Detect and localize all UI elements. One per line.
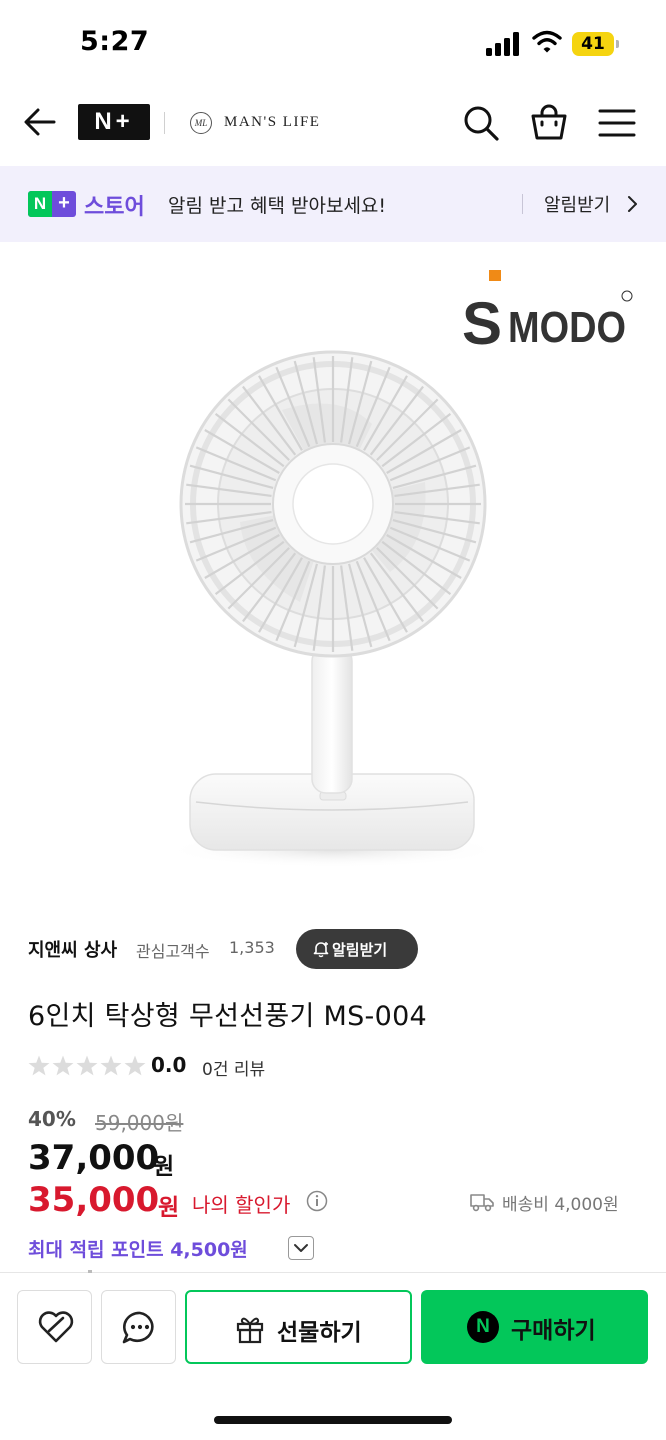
wifi-icon <box>532 30 562 53</box>
sale-price: 37,000 <box>28 1138 160 1178</box>
battery-level: 41 <box>581 34 605 54</box>
review-count-link[interactable]: 0건 리뷰 <box>202 1055 265 1080</box>
followers-label: 관심고객수 <box>136 942 210 961</box>
brand-name[interactable]: MAN'S LIFE <box>224 114 320 131</box>
chevron-right-icon[interactable] <box>626 195 638 213</box>
home-indicator <box>214 1416 452 1424</box>
header-divider <box>164 112 165 134</box>
seller-alert-button[interactable]: 알림받기 <box>296 929 418 969</box>
product-title: 6인치 탁상형 무선선풍기 MS-004 <box>28 1001 428 1032</box>
star-icon <box>124 1055 146 1076</box>
svg-text:S: S <box>462 290 502 348</box>
bell-icon <box>313 942 329 958</box>
naver-pay-icon: N <box>467 1311 499 1343</box>
rating-score: 0.0 <box>151 1053 187 1077</box>
menu-icon[interactable] <box>598 106 636 140</box>
banner-message: 알림 받고 혜택 받아보세요! <box>168 195 387 217</box>
seller-alert-label: 알림받기 <box>332 941 388 959</box>
buy-button[interactable]: N 구매하기 <box>421 1290 648 1364</box>
svg-text:MODO: MODO <box>508 303 626 348</box>
info-icon[interactable] <box>306 1190 328 1212</box>
battery-indicator: 41 <box>572 32 620 56</box>
banner-divider <box>522 194 523 214</box>
star-icon <box>52 1055 74 1076</box>
talk-talk-button[interactable] <box>101 1290 176 1364</box>
status-time: 5:27 <box>80 26 150 57</box>
star-icon <box>100 1055 122 1076</box>
brand-monogram: ML <box>190 112 212 134</box>
seller-name[interactable]: 지앤씨 상사 <box>28 936 117 962</box>
my-discount-price: 35,000 <box>28 1180 160 1220</box>
smodo-brand-logo: S MODO <box>462 270 633 348</box>
sale-price-unit: 원 <box>153 1154 175 1180</box>
chat-icon <box>122 1311 154 1344</box>
discount-rate: 40% <box>28 1107 76 1131</box>
top-navigation: N+ ML MAN'S LIFE <box>0 84 666 162</box>
heart-icon <box>38 1311 74 1343</box>
gift-icon <box>236 1317 264 1344</box>
followers-count: 1,353 <box>229 938 275 957</box>
buy-button-label: 구매하기 <box>511 1318 596 1344</box>
my-discount-price-unit: 원 <box>158 1195 180 1221</box>
my-discount-label: 나의 할인가 <box>192 1193 291 1217</box>
gift-button[interactable]: 선물하기 <box>185 1290 412 1364</box>
naver-plus-store-badge: N + <box>28 191 76 217</box>
search-icon[interactable] <box>462 104 500 142</box>
status-bar: 5:27 41 <box>0 0 666 80</box>
signal-icon <box>486 32 519 56</box>
star-icon <box>76 1055 98 1076</box>
gift-button-label: 선물하기 <box>277 1320 362 1346</box>
shipping-fee: 배송비 4,000원 <box>502 1195 619 1215</box>
star-icon <box>28 1055 50 1076</box>
action-bar-divider <box>0 1272 666 1273</box>
naver-plus-logo[interactable]: N+ <box>78 104 150 140</box>
wishlist-button[interactable] <box>17 1290 92 1364</box>
max-points: 최대 적립 포인트 4,500원 <box>28 1239 248 1261</box>
back-icon[interactable] <box>22 104 58 140</box>
banner-subscribe-link[interactable]: 알림받기 <box>544 191 610 217</box>
original-price: 59,000원 <box>95 1111 184 1135</box>
cart-icon[interactable] <box>530 104 568 142</box>
chevron-down-icon <box>294 1244 308 1252</box>
store-label: 스토어 <box>84 195 145 220</box>
product-image[interactable]: S MODO <box>0 242 666 902</box>
rating-stars <box>28 1055 146 1076</box>
points-expand-button[interactable] <box>288 1236 314 1260</box>
truck-icon <box>470 1194 494 1212</box>
